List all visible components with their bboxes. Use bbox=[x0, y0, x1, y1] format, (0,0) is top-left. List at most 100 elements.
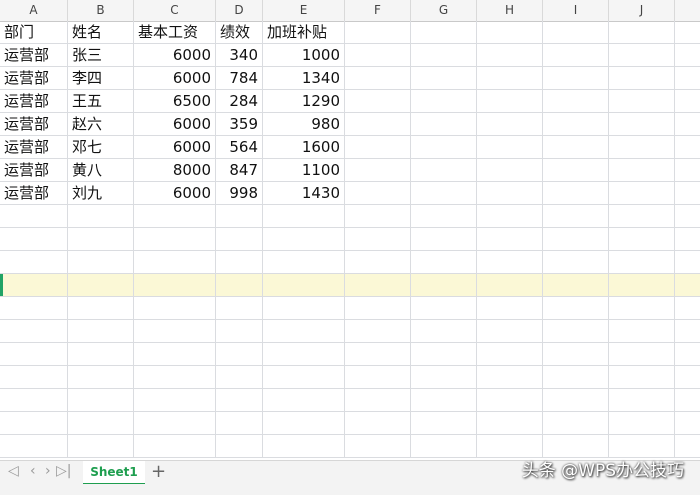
cell-b5[interactable]: 赵六 bbox=[68, 113, 134, 135]
cell-d14[interactable] bbox=[216, 320, 263, 342]
cell-j3[interactable] bbox=[609, 67, 675, 89]
cell-a3[interactable]: 运营部 bbox=[0, 67, 68, 89]
cell-h15[interactable] bbox=[477, 343, 543, 365]
cell-g12[interactable] bbox=[411, 274, 477, 296]
cell-c8[interactable]: 6000 bbox=[134, 182, 216, 204]
cell-d2[interactable]: 340 bbox=[216, 44, 263, 66]
cell-f11[interactable] bbox=[345, 251, 411, 273]
cell-i14[interactable] bbox=[543, 320, 609, 342]
add-sheet-button[interactable]: + bbox=[151, 461, 166, 483]
cell-g4[interactable] bbox=[411, 90, 477, 112]
cell-f8[interactable] bbox=[345, 182, 411, 204]
cell-d15[interactable] bbox=[216, 343, 263, 365]
cell-d19[interactable] bbox=[216, 435, 263, 457]
cell-j15[interactable] bbox=[609, 343, 675, 365]
cell-f14[interactable] bbox=[345, 320, 411, 342]
cell-c15[interactable] bbox=[134, 343, 216, 365]
cell-g10[interactable] bbox=[411, 228, 477, 250]
cell-b13[interactable] bbox=[68, 297, 134, 319]
cell-e13[interactable] bbox=[263, 297, 345, 319]
cell-c9[interactable] bbox=[134, 205, 216, 227]
cell-i6[interactable] bbox=[543, 136, 609, 158]
cell-b10[interactable] bbox=[68, 228, 134, 250]
cell-g5[interactable] bbox=[411, 113, 477, 135]
cell-g16[interactable] bbox=[411, 366, 477, 388]
cell-i11[interactable] bbox=[543, 251, 609, 273]
cell-e15[interactable] bbox=[263, 343, 345, 365]
cell-f2[interactable] bbox=[345, 44, 411, 66]
cell-b18[interactable] bbox=[68, 412, 134, 434]
cell-f10[interactable] bbox=[345, 228, 411, 250]
cell-e19[interactable] bbox=[263, 435, 345, 457]
cell-a16[interactable] bbox=[0, 366, 68, 388]
cell-i2[interactable] bbox=[543, 44, 609, 66]
cell-a4[interactable]: 运营部 bbox=[0, 90, 68, 112]
spreadsheet-grid[interactable]: A B C D E F G H I J 部门 姓名 基本工资 绩效 加班补贴 运营部 张三 6… bbox=[0, 0, 700, 460]
last-sheet-icon[interactable]: ▷| bbox=[56, 463, 71, 479]
cell-g3[interactable] bbox=[411, 67, 477, 89]
cell-h18[interactable] bbox=[477, 412, 543, 434]
cell-c1[interactable]: 基本工资 bbox=[134, 21, 216, 43]
cell-g6[interactable] bbox=[411, 136, 477, 158]
cell-g11[interactable] bbox=[411, 251, 477, 273]
cell-c18[interactable] bbox=[134, 412, 216, 434]
cell-g17[interactable] bbox=[411, 389, 477, 411]
cell-h9[interactable] bbox=[477, 205, 543, 227]
cell-h5[interactable] bbox=[477, 113, 543, 135]
next-sheet-icon[interactable]: › bbox=[45, 463, 51, 479]
cell-j16[interactable] bbox=[609, 366, 675, 388]
cell-e11[interactable] bbox=[263, 251, 345, 273]
cell-f15[interactable] bbox=[345, 343, 411, 365]
cell-c3[interactable]: 6000 bbox=[134, 67, 216, 89]
cell-a9[interactable] bbox=[0, 205, 68, 227]
cell-e17[interactable] bbox=[263, 389, 345, 411]
cell-g14[interactable] bbox=[411, 320, 477, 342]
cell-f3[interactable] bbox=[345, 67, 411, 89]
column-header-c[interactable]: C bbox=[134, 0, 216, 21]
first-sheet-icon[interactable]: ◁ bbox=[8, 463, 19, 479]
cell-e5[interactable]: 980 bbox=[263, 113, 345, 135]
cell-h1[interactable] bbox=[477, 21, 543, 43]
cell-a19[interactable] bbox=[0, 435, 68, 457]
cell-h8[interactable] bbox=[477, 182, 543, 204]
column-header-e[interactable]: E bbox=[263, 0, 345, 21]
cell-g8[interactable] bbox=[411, 182, 477, 204]
cell-i3[interactable] bbox=[543, 67, 609, 89]
cell-j5[interactable] bbox=[609, 113, 675, 135]
cell-a1[interactable]: 部门 bbox=[0, 21, 68, 43]
cell-d10[interactable] bbox=[216, 228, 263, 250]
cell-a17[interactable] bbox=[0, 389, 68, 411]
cell-b3[interactable]: 李四 bbox=[68, 67, 134, 89]
cell-i4[interactable] bbox=[543, 90, 609, 112]
cell-e14[interactable] bbox=[263, 320, 345, 342]
cell-d16[interactable] bbox=[216, 366, 263, 388]
cell-g9[interactable] bbox=[411, 205, 477, 227]
cell-g15[interactable] bbox=[411, 343, 477, 365]
cell-h16[interactable] bbox=[477, 366, 543, 388]
cell-d12[interactable] bbox=[216, 274, 263, 296]
cell-c14[interactable] bbox=[134, 320, 216, 342]
column-header-a[interactable]: A bbox=[0, 0, 68, 21]
cell-j6[interactable] bbox=[609, 136, 675, 158]
cell-i17[interactable] bbox=[543, 389, 609, 411]
cell-f18[interactable] bbox=[345, 412, 411, 434]
cell-b14[interactable] bbox=[68, 320, 134, 342]
cell-e6[interactable]: 1600 bbox=[263, 136, 345, 158]
cell-g19[interactable] bbox=[411, 435, 477, 457]
cell-e3[interactable]: 1340 bbox=[263, 67, 345, 89]
cell-d13[interactable] bbox=[216, 297, 263, 319]
cell-j7[interactable] bbox=[609, 159, 675, 181]
cell-e8[interactable]: 1430 bbox=[263, 182, 345, 204]
cell-j1[interactable] bbox=[609, 21, 675, 43]
cell-a6[interactable]: 运营部 bbox=[0, 136, 68, 158]
cell-d17[interactable] bbox=[216, 389, 263, 411]
cell-h3[interactable] bbox=[477, 67, 543, 89]
cell-c12[interactable] bbox=[134, 274, 216, 296]
cell-b16[interactable] bbox=[68, 366, 134, 388]
cell-h7[interactable] bbox=[477, 159, 543, 181]
cell-b8[interactable]: 刘九 bbox=[68, 182, 134, 204]
cell-g13[interactable] bbox=[411, 297, 477, 319]
cell-g18[interactable] bbox=[411, 412, 477, 434]
cell-h19[interactable] bbox=[477, 435, 543, 457]
cell-b19[interactable] bbox=[68, 435, 134, 457]
